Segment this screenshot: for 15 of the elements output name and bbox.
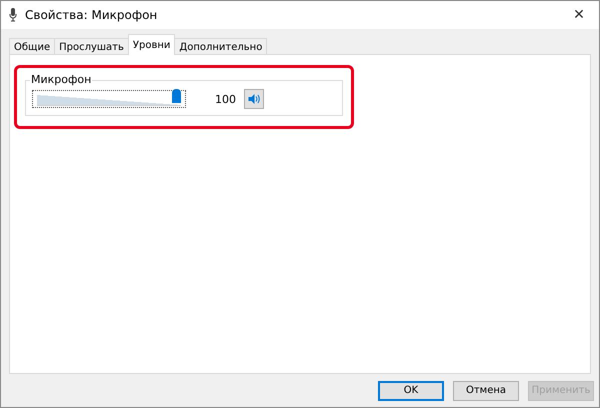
microphone-icon bbox=[9, 8, 17, 22]
tab[interactable]: Прослушать bbox=[54, 38, 129, 55]
mute-button[interactable] bbox=[244, 89, 264, 109]
slider-thumb[interactable] bbox=[172, 89, 181, 103]
volume-value: 100 bbox=[214, 92, 236, 106]
window-title: Свойства: Микрофон bbox=[25, 8, 158, 22]
tab[interactable]: Дополнительно bbox=[174, 38, 268, 55]
dialog-button[interactable]: Отмена bbox=[453, 380, 519, 400]
close-button[interactable]: ✕ bbox=[559, 1, 599, 29]
volume-slider[interactable] bbox=[32, 90, 186, 108]
tab[interactable]: Уровни bbox=[128, 34, 176, 55]
dialog-button[interactable]: OK bbox=[378, 380, 444, 400]
tab[interactable]: Общие bbox=[9, 38, 56, 55]
group-label: Микрофон bbox=[30, 73, 92, 86]
speaker-icon bbox=[248, 94, 260, 104]
